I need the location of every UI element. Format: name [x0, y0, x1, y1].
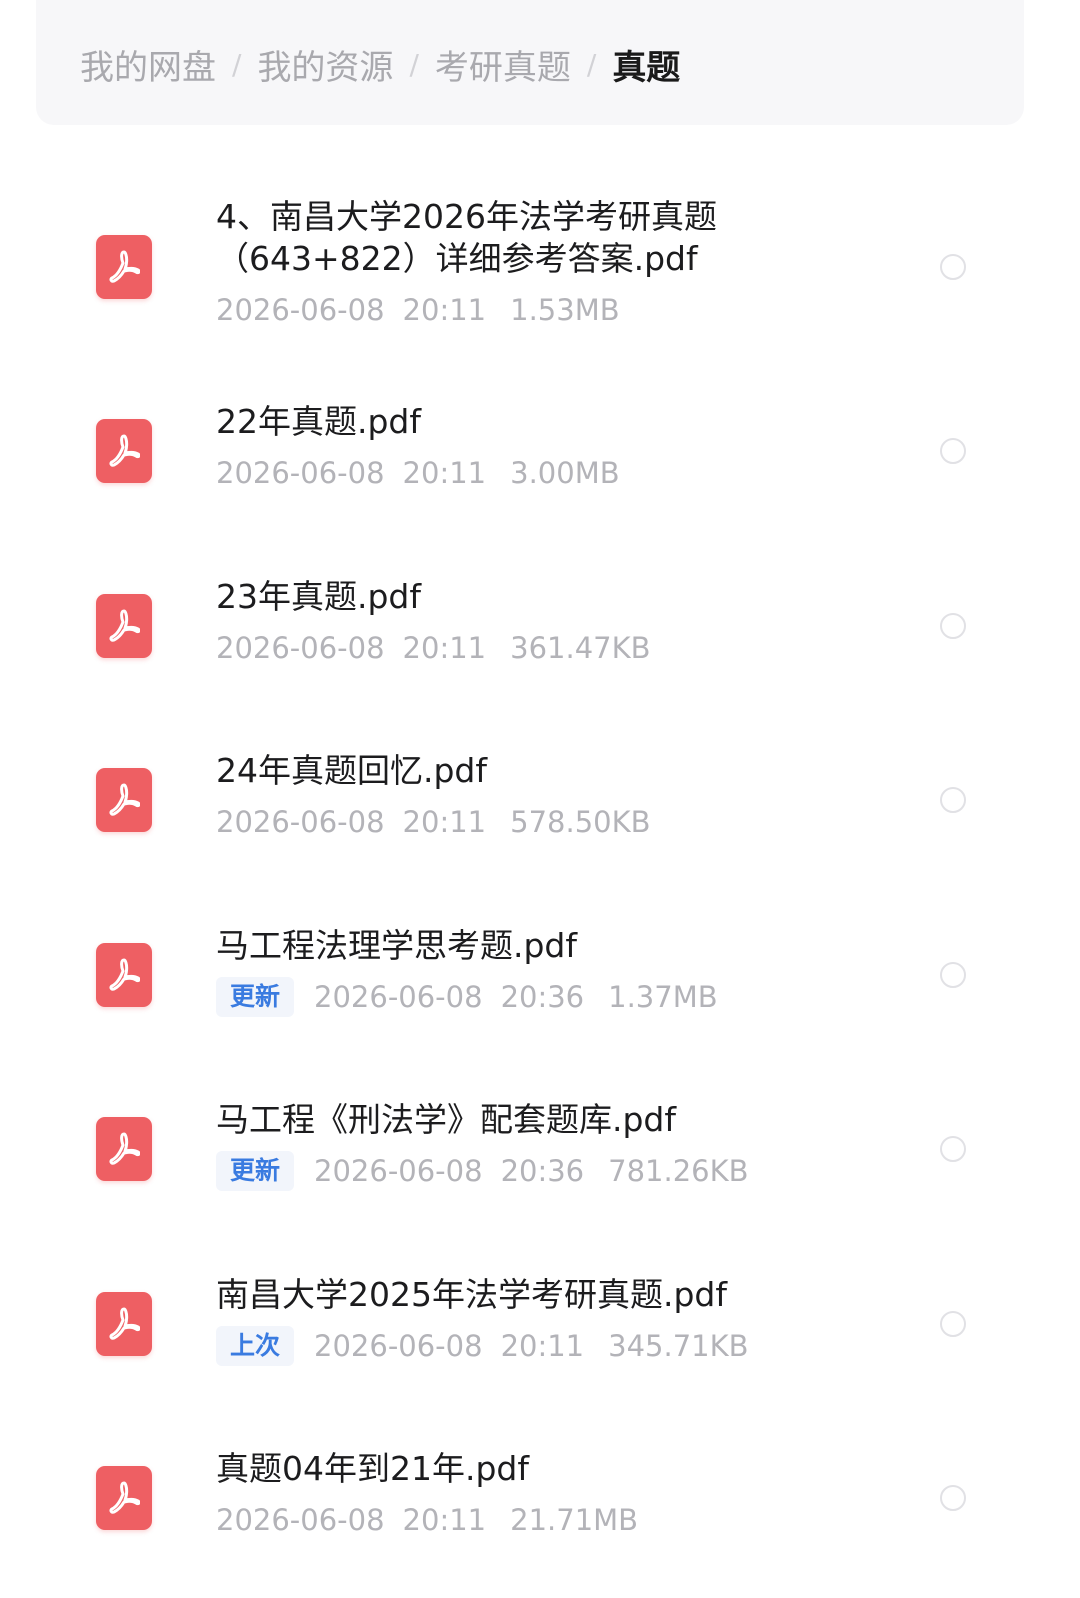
file-name: 4、南昌大学2026年法学考研真题	[216, 197, 717, 236]
file-time: 20:11	[402, 631, 487, 665]
file-row[interactable]: 马工程《刑法学》配套题库.pdf 更新 2026-06-08 20:36 781.26K…	[36, 1062, 1024, 1236]
file-time: 20:11	[402, 1503, 487, 1537]
file-date: 2026-06-08	[314, 1329, 483, 1363]
pdf-icon	[96, 419, 152, 483]
file-meta: 2026-06-08 20:11 1.53MB	[216, 290, 904, 330]
file-meta: 上次 2026-06-08 20:11 345.71KB	[216, 1326, 904, 1366]
file-size: 1.37MB	[608, 980, 718, 1014]
pdf-icon	[96, 943, 152, 1007]
file-date: 2026-06-08	[314, 1154, 483, 1188]
file-time: 20:11	[500, 1329, 585, 1363]
pdf-icon	[96, 594, 152, 658]
file-date: 2026-06-08	[216, 293, 385, 327]
file-meta: 2026-06-08 20:11 361.47KB	[216, 628, 904, 668]
file-size: 361.47KB	[510, 631, 651, 665]
file-info: 23年真题.pdf 2026-06-08 20:11 361.47KB	[216, 576, 904, 668]
status-badge: 更新	[216, 1151, 295, 1191]
file-meta: 2026-06-08 20:11 3.00MB	[216, 453, 904, 493]
file-name: 马工程法理学思考题.pdf	[216, 926, 578, 965]
file-row[interactable]: 23年真题.pdf 2026-06-08 20:11 361.47KB	[36, 539, 1024, 713]
file-date: 2026-06-08	[216, 456, 385, 490]
file-time: 20:36	[500, 980, 585, 1014]
breadcrumb-item-exam-papers[interactable]: 考研真题	[435, 40, 571, 89]
file-date: 2026-06-08	[216, 805, 385, 839]
breadcrumb-item-my-disk[interactable]: 我的网盘	[80, 40, 216, 89]
file-name: 23年真题.pdf	[216, 577, 421, 616]
status-badge: 上次	[216, 1326, 295, 1366]
breadcrumb-separator: /	[232, 47, 242, 81]
file-list: 4、南昌大学2026年法学考研真题 （643+822）详细参考答案.pdf 2026…	[36, 130, 1024, 1598]
file-row[interactable]: 22年真题.pdf 2026-06-08 20:11 3.00MB	[36, 364, 1024, 538]
select-radio[interactable]	[940, 1311, 966, 1337]
file-name: 24年真题回忆.pdf	[216, 751, 487, 790]
pdf-icon	[96, 1466, 152, 1530]
pdf-icon	[96, 235, 152, 299]
file-name: 22年真题.pdf	[216, 402, 421, 441]
pdf-icon	[96, 768, 152, 832]
file-meta: 2026-06-08 20:11 578.50KB	[216, 802, 904, 842]
file-name: （643+822）详细参考答案.pdf	[216, 239, 698, 278]
file-name: 南昌大学2025年法学考研真题.pdf	[216, 1275, 727, 1314]
file-size: 345.71KB	[608, 1329, 749, 1363]
select-radio[interactable]	[940, 1485, 966, 1511]
pdf-icon	[96, 1292, 152, 1356]
file-size: 781.26KB	[608, 1154, 749, 1188]
file-date: 2026-06-08	[216, 631, 385, 665]
file-time: 20:36	[500, 1154, 585, 1188]
select-radio[interactable]	[940, 787, 966, 813]
file-info: 马工程法理学思考题.pdf 更新 2026-06-08 20:36 1.37MB	[216, 925, 904, 1017]
file-meta: 2026-06-08 20:11 21.71MB	[216, 1500, 904, 1540]
file-name: 马工程《刑法学》配套题库.pdf	[216, 1100, 677, 1139]
select-radio[interactable]	[940, 962, 966, 988]
file-size: 21.71MB	[510, 1503, 639, 1537]
select-radio[interactable]	[940, 438, 966, 464]
file-info: 南昌大学2025年法学考研真题.pdf 上次 2026-06-08 20:11 345.…	[216, 1274, 904, 1366]
file-row[interactable]: 24年真题回忆.pdf 2026-06-08 20:11 578.50KB	[36, 713, 1024, 887]
file-info: 马工程《刑法学》配套题库.pdf 更新 2026-06-08 20:36 781.26K…	[216, 1099, 904, 1191]
file-date: 2026-06-08	[314, 980, 483, 1014]
file-info: 22年真题.pdf 2026-06-08 20:11 3.00MB	[216, 401, 904, 493]
file-row[interactable]: 马工程法理学思考题.pdf 更新 2026-06-08 20:36 1.37MB	[36, 888, 1024, 1062]
file-size: 1.53MB	[510, 293, 620, 327]
file-time: 20:11	[402, 456, 487, 490]
file-meta: 更新 2026-06-08 20:36 1.37MB	[216, 977, 904, 1017]
select-radio[interactable]	[940, 254, 966, 280]
breadcrumb-current: 真题	[612, 47, 681, 88]
breadcrumb-separator: /	[409, 47, 419, 81]
file-time: 20:11	[402, 805, 487, 839]
breadcrumb-item-my-resources[interactable]: 我的资源	[257, 40, 393, 89]
file-row[interactable]: 南昌大学2025年法学考研真题.pdf 上次 2026-06-08 20:11 345.…	[36, 1237, 1024, 1411]
file-row[interactable]: 真题04年到21年.pdf 2026-06-08 20:11 21.71MB	[36, 1411, 1024, 1585]
file-size: 3.00MB	[510, 456, 620, 490]
select-radio[interactable]	[940, 1136, 966, 1162]
file-date: 2026-06-08	[216, 1503, 385, 1537]
select-radio[interactable]	[940, 613, 966, 639]
file-name: 真题04年到21年.pdf	[216, 1449, 529, 1488]
file-info: 4、南昌大学2026年法学考研真题 （643+822）详细参考答案.pdf 2026…	[216, 196, 904, 330]
file-info: 真题04年到21年.pdf 2026-06-08 20:11 21.71MB	[216, 1448, 904, 1540]
breadcrumb-separator: /	[586, 47, 597, 81]
breadcrumb: 我的网盘 / 我的资源 / 考研真题 / 真题	[80, 40, 680, 88]
file-size: 578.50KB	[510, 805, 651, 839]
pdf-icon	[96, 1117, 152, 1181]
status-badge: 更新	[216, 977, 295, 1017]
file-row[interactable]: 4、南昌大学2026年法学考研真题 （643+822）详细参考答案.pdf 2026…	[36, 180, 1024, 354]
file-time: 20:11	[402, 293, 487, 327]
file-meta: 更新 2026-06-08 20:36 781.26KB	[216, 1151, 904, 1191]
file-info: 24年真题回忆.pdf 2026-06-08 20:11 578.50KB	[216, 750, 904, 842]
